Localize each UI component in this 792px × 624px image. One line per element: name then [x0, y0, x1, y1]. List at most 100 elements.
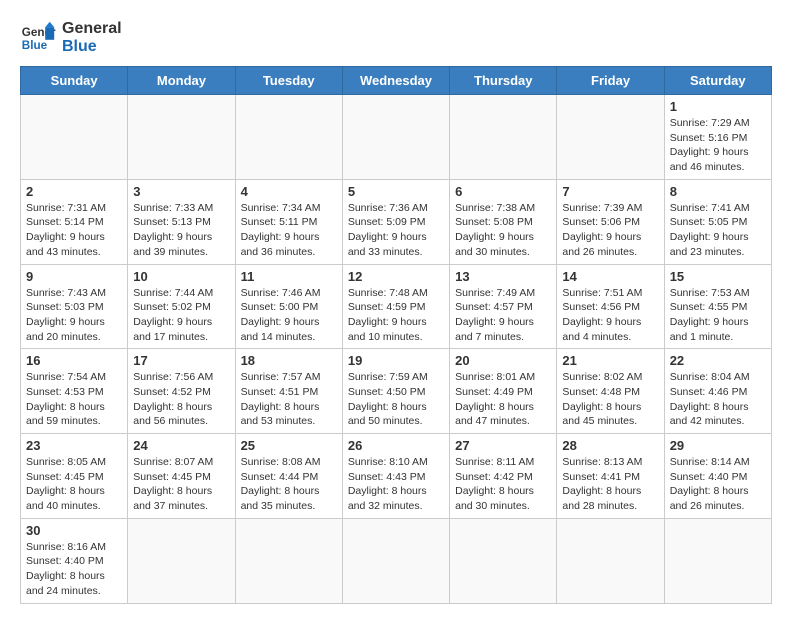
day-number: 8 — [670, 184, 766, 199]
calendar-week-2: 2 Sunrise: 7:31 AM Sunset: 5:14 PM Daylig… — [21, 179, 772, 264]
calendar-cell — [450, 95, 557, 180]
day-info: Sunrise: 8:04 AM Sunset: 4:46 PM Dayligh… — [670, 370, 766, 429]
day-info: Sunrise: 8:01 AM Sunset: 4:49 PM Dayligh… — [455, 370, 551, 429]
day-number: 30 — [26, 523, 122, 538]
day-number: 24 — [133, 438, 229, 453]
day-number: 28 — [562, 438, 658, 453]
calendar-cell: 17 Sunrise: 7:56 AM Sunset: 4:52 PM Dayli… — [128, 349, 235, 434]
day-info: Sunrise: 7:49 AM Sunset: 4:57 PM Dayligh… — [455, 286, 551, 345]
day-number: 15 — [670, 269, 766, 284]
day-info: Sunrise: 7:34 AM Sunset: 5:11 PM Dayligh… — [241, 201, 337, 260]
day-info: Sunrise: 7:57 AM Sunset: 4:51 PM Dayligh… — [241, 370, 337, 429]
calendar-cell: 8Sunrise: 7:41 AM Sunset: 5:05 PM Daylig… — [664, 179, 771, 264]
day-number: 20 — [455, 353, 551, 368]
calendar-cell: 9 Sunrise: 7:43 AM Sunset: 5:03 PM Daylig… — [21, 264, 128, 349]
calendar-cell: 20 Sunrise: 8:01 AM Sunset: 4:49 PM Dayli… — [450, 349, 557, 434]
calendar-cell — [450, 518, 557, 603]
day-info: Sunrise: 7:51 AM Sunset: 4:56 PM Dayligh… — [562, 286, 658, 345]
calendar-cell: 12 Sunrise: 7:48 AM Sunset: 4:59 PM Dayli… — [342, 264, 449, 349]
day-info: Sunrise: 7:38 AM Sunset: 5:08 PM Dayligh… — [455, 201, 551, 260]
calendar-cell: 18 Sunrise: 7:57 AM Sunset: 4:51 PM Dayli… — [235, 349, 342, 434]
day-info: Sunrise: 7:29 AM Sunset: 5:16 PM Dayligh… — [670, 116, 766, 175]
calendar-week-1: 1 Sunrise: 7:29 AM Sunset: 5:16 PM Daylig… — [21, 95, 772, 180]
weekday-header-thursday: Thursday — [450, 67, 557, 95]
day-info: Sunrise: 7:56 AM Sunset: 4:52 PM Dayligh… — [133, 370, 229, 429]
calendar-cell: 1 Sunrise: 7:29 AM Sunset: 5:16 PM Daylig… — [664, 95, 771, 180]
calendar-cell — [235, 95, 342, 180]
calendar-cell: 13Sunrise: 7:49 AM Sunset: 4:57 PM Dayli… — [450, 264, 557, 349]
calendar-cell: 3 Sunrise: 7:33 AM Sunset: 5:13 PM Daylig… — [128, 179, 235, 264]
weekday-header-friday: Friday — [557, 67, 664, 95]
calendar: SundayMondayTuesdayWednesdayThursdayFrid… — [20, 66, 772, 604]
header: General Blue General Blue — [20, 20, 772, 56]
day-number: 6 — [455, 184, 551, 199]
svg-text:Blue: Blue — [22, 39, 48, 52]
calendar-cell — [664, 518, 771, 603]
calendar-cell: 28Sunrise: 8:13 AM Sunset: 4:41 PM Dayli… — [557, 434, 664, 519]
weekday-header-saturday: Saturday — [664, 67, 771, 95]
day-info: Sunrise: 7:53 AM Sunset: 4:55 PM Dayligh… — [670, 286, 766, 345]
day-info: Sunrise: 7:39 AM Sunset: 5:06 PM Dayligh… — [562, 201, 658, 260]
day-info: Sunrise: 7:31 AM Sunset: 5:14 PM Dayligh… — [26, 201, 122, 260]
logo-general-text: General — [62, 20, 122, 38]
day-number: 11 — [241, 269, 337, 284]
calendar-cell: 26Sunrise: 8:10 AM Sunset: 4:43 PM Dayli… — [342, 434, 449, 519]
day-info: Sunrise: 7:48 AM Sunset: 4:59 PM Dayligh… — [348, 286, 444, 345]
calendar-cell — [342, 95, 449, 180]
calendar-cell: 7Sunrise: 7:39 AM Sunset: 5:06 PM Daylig… — [557, 179, 664, 264]
day-info: Sunrise: 7:43 AM Sunset: 5:03 PM Dayligh… — [26, 286, 122, 345]
calendar-cell: 2 Sunrise: 7:31 AM Sunset: 5:14 PM Daylig… — [21, 179, 128, 264]
calendar-cell: 24 Sunrise: 8:07 AM Sunset: 4:45 PM Dayli… — [128, 434, 235, 519]
logo: General Blue General Blue — [20, 20, 122, 56]
day-number: 21 — [562, 353, 658, 368]
day-info: Sunrise: 7:36 AM Sunset: 5:09 PM Dayligh… — [348, 201, 444, 260]
calendar-cell — [128, 95, 235, 180]
day-number: 25 — [241, 438, 337, 453]
day-info: Sunrise: 8:10 AM Sunset: 4:43 PM Dayligh… — [348, 455, 444, 514]
day-info: Sunrise: 8:08 AM Sunset: 4:44 PM Dayligh… — [241, 455, 337, 514]
calendar-cell: 25 Sunrise: 8:08 AM Sunset: 4:44 PM Dayli… — [235, 434, 342, 519]
day-info: Sunrise: 8:14 AM Sunset: 4:40 PM Dayligh… — [670, 455, 766, 514]
day-number: 1 — [670, 99, 766, 114]
calendar-cell: 5 Sunrise: 7:36 AM Sunset: 5:09 PM Daylig… — [342, 179, 449, 264]
day-info: Sunrise: 7:33 AM Sunset: 5:13 PM Dayligh… — [133, 201, 229, 260]
calendar-cell: 6 Sunrise: 7:38 AM Sunset: 5:08 PM Daylig… — [450, 179, 557, 264]
calendar-cell — [557, 95, 664, 180]
day-number: 10 — [133, 269, 229, 284]
day-number: 2 — [26, 184, 122, 199]
day-number: 29 — [670, 438, 766, 453]
calendar-cell: 30 Sunrise: 8:16 AM Sunset: 4:40 PM Dayli… — [21, 518, 128, 603]
calendar-cell: 29 Sunrise: 8:14 AM Sunset: 4:40 PM Dayli… — [664, 434, 771, 519]
calendar-week-5: 23Sunrise: 8:05 AM Sunset: 4:45 PM Dayli… — [21, 434, 772, 519]
day-info: Sunrise: 8:05 AM Sunset: 4:45 PM Dayligh… — [26, 455, 122, 514]
weekday-header-monday: Monday — [128, 67, 235, 95]
day-number: 5 — [348, 184, 444, 199]
calendar-cell: 21 Sunrise: 8:02 AM Sunset: 4:48 PM Dayli… — [557, 349, 664, 434]
day-number: 17 — [133, 353, 229, 368]
calendar-cell: 15 Sunrise: 7:53 AM Sunset: 4:55 PM Dayli… — [664, 264, 771, 349]
day-info: Sunrise: 8:16 AM Sunset: 4:40 PM Dayligh… — [26, 540, 122, 599]
day-info: Sunrise: 8:02 AM Sunset: 4:48 PM Dayligh… — [562, 370, 658, 429]
day-number: 9 — [26, 269, 122, 284]
weekday-header-sunday: Sunday — [21, 67, 128, 95]
day-info: Sunrise: 8:07 AM Sunset: 4:45 PM Dayligh… — [133, 455, 229, 514]
calendar-cell: 19Sunrise: 7:59 AM Sunset: 4:50 PM Dayli… — [342, 349, 449, 434]
calendar-cell: 10 Sunrise: 7:44 AM Sunset: 5:02 PM Dayli… — [128, 264, 235, 349]
calendar-week-4: 16 Sunrise: 7:54 AM Sunset: 4:53 PM Dayli… — [21, 349, 772, 434]
day-info: Sunrise: 7:44 AM Sunset: 5:02 PM Dayligh… — [133, 286, 229, 345]
calendar-cell — [557, 518, 664, 603]
day-number: 18 — [241, 353, 337, 368]
calendar-cell — [342, 518, 449, 603]
calendar-week-3: 9 Sunrise: 7:43 AM Sunset: 5:03 PM Daylig… — [21, 264, 772, 349]
day-number: 16 — [26, 353, 122, 368]
day-number: 19 — [348, 353, 444, 368]
calendar-cell: 4Sunrise: 7:34 AM Sunset: 5:11 PM Daylig… — [235, 179, 342, 264]
day-number: 27 — [455, 438, 551, 453]
calendar-cell: 11 Sunrise: 7:46 AM Sunset: 5:00 PM Dayli… — [235, 264, 342, 349]
day-info: Sunrise: 8:11 AM Sunset: 4:42 PM Dayligh… — [455, 455, 551, 514]
day-number: 12 — [348, 269, 444, 284]
day-number: 3 — [133, 184, 229, 199]
calendar-cell: 14Sunrise: 7:51 AM Sunset: 4:56 PM Dayli… — [557, 264, 664, 349]
day-info: Sunrise: 7:54 AM Sunset: 4:53 PM Dayligh… — [26, 370, 122, 429]
day-info: Sunrise: 7:46 AM Sunset: 5:00 PM Dayligh… — [241, 286, 337, 345]
